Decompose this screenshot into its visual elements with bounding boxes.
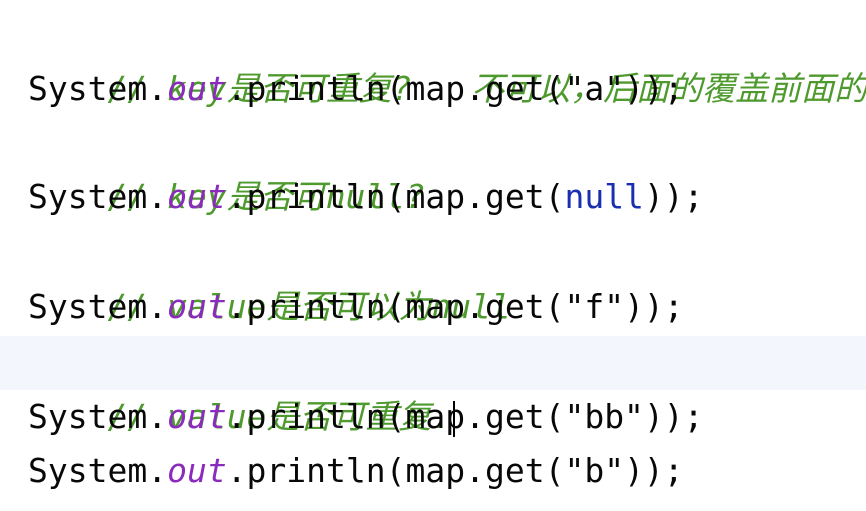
code-line-7-current[interactable]: // value是否可重复.	[0, 336, 866, 437]
code-token-call: .println(map.get(	[226, 451, 565, 490]
code-line-5[interactable]: // value是否可以为null	[0, 226, 866, 326]
code-token-call: .println(map.get(	[226, 287, 565, 326]
code-token-field: out	[167, 177, 227, 216]
code-token-call: .println(map.get(	[226, 69, 565, 108]
code-token-argument: "a"	[564, 69, 625, 108]
code-line-1[interactable]: // key是否可重复? 不可以，后面的覆盖前面的	[0, 8, 866, 108]
code-token-field: out	[167, 451, 227, 490]
code-token-argument: "bb"	[564, 397, 644, 436]
code-token-field: out	[167, 397, 227, 436]
code-line-3[interactable]: // key是否可null?	[0, 116, 866, 216]
code-token-field: out	[167, 69, 227, 108]
code-line-8[interactable]: System.out.println(map.get("bb"));	[0, 390, 866, 444]
code-token-close: ));	[643, 397, 704, 436]
code-token-close: ));	[624, 69, 684, 108]
code-editor[interactable]: // key是否可重复? 不可以，后面的覆盖前面的 System.out.pri…	[0, 0, 866, 511]
code-line-4[interactable]: System.out.println(map.get(null));	[0, 170, 866, 224]
code-token-close: ));	[643, 177, 704, 216]
code-token-class: System.	[28, 69, 168, 108]
code-token-call: .println(map.get(	[226, 177, 565, 216]
code-token-class: System.	[28, 287, 168, 326]
code-line-2[interactable]: System.out.println(map.get("a"));	[0, 62, 866, 116]
code-token-class: System.	[28, 451, 168, 490]
code-token-close: ));	[624, 287, 684, 326]
code-token-argument: "f"	[564, 287, 625, 326]
code-token-argument: "b"	[564, 451, 625, 490]
code-token-field: out	[167, 287, 227, 326]
code-line-9[interactable]: System.out.println(map.get("b"));	[0, 444, 866, 498]
code-token-class: System.	[28, 177, 168, 216]
code-line-6[interactable]: System.out.println(map.get("f"));	[0, 280, 866, 334]
code-token-close: ));	[624, 451, 684, 490]
code-token-call: .println(map.get(	[226, 397, 565, 436]
code-token-argument: null	[564, 177, 644, 216]
code-token-class: System.	[28, 397, 168, 436]
